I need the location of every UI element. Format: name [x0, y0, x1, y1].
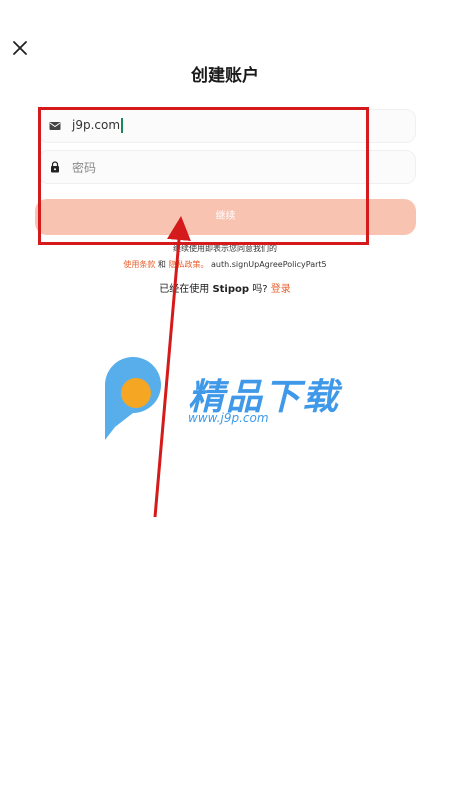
and-text: 和 — [157, 260, 166, 269]
email-value: j9p.com — [72, 118, 121, 132]
text-caret — [121, 118, 124, 133]
mail-icon — [49, 122, 61, 130]
lock-icon — [51, 161, 59, 173]
login-link[interactable]: 登录 — [271, 284, 291, 295]
terms-link[interactable]: 使用条款 — [123, 260, 155, 269]
agreement-suffix: auth.signUpAgreePolicyPart5 — [211, 260, 327, 269]
page-title: 创建账户 — [191, 66, 259, 86]
privacy-link[interactable]: 隐私政策。 — [168, 260, 208, 269]
agreement-links: 使用条款 和 隐私政策。 auth.signUpAgreePolicyPart5 — [0, 259, 450, 270]
email-field[interactable]: j9p.com — [38, 109, 416, 143]
watermark-logo-icon — [105, 357, 161, 440]
password-placeholder: 密码 — [72, 161, 97, 175]
login-question: 吗? — [252, 284, 268, 295]
continue-button[interactable]: 继续 — [35, 199, 416, 235]
login-prefix: 已经在使用 — [159, 284, 210, 295]
agreement-text: 继续使用即表示您同意我们的 — [173, 244, 277, 253]
login-prompt: 已经在使用 Stipop 吗? 登录 — [0, 280, 450, 295]
password-field[interactable]: 密码 — [38, 150, 416, 184]
watermark-url: www.j9p.com — [188, 411, 269, 425]
brand-name: Stipop — [212, 284, 250, 295]
close-icon[interactable] — [10, 38, 30, 58]
